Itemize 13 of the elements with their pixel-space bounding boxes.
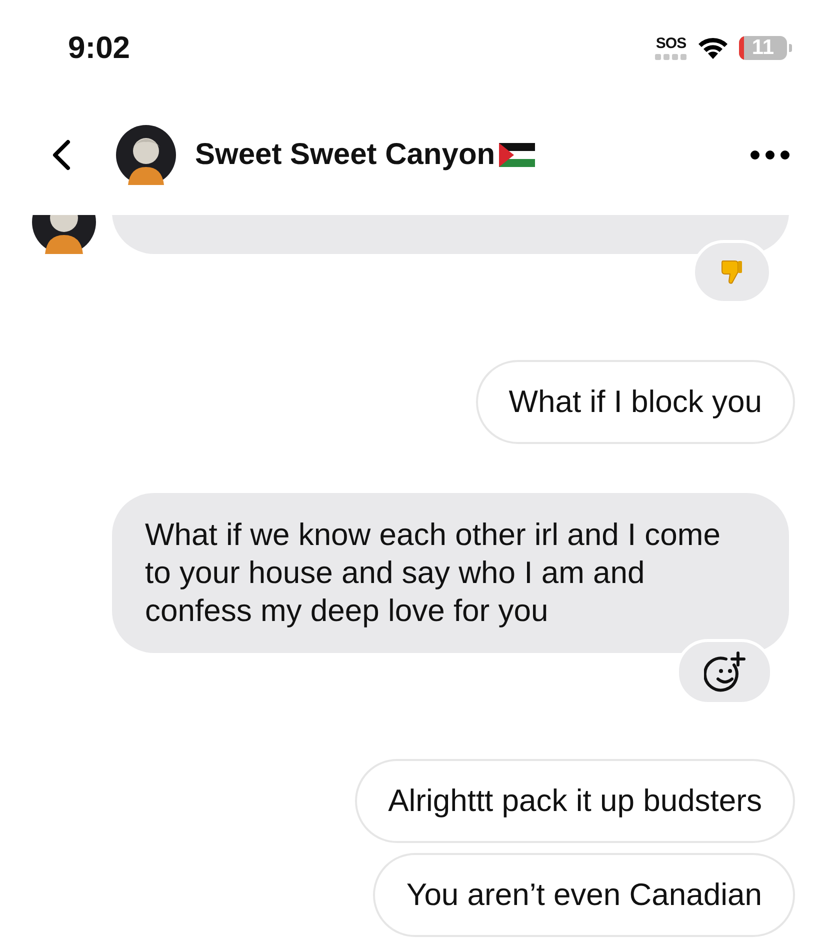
message-bubble: What if I block you (476, 360, 795, 444)
message-bubble: You aren’t even Canadian (373, 853, 795, 937)
add-emoji-icon (704, 651, 746, 693)
message-bubble: Alrighttt pack it up budsters (355, 759, 795, 843)
status-time: 9:02 (68, 30, 130, 66)
sos-label: SOS (656, 36, 686, 50)
signal-icon (655, 54, 687, 60)
avatar[interactable] (116, 125, 176, 185)
thumbs-down-icon (721, 259, 743, 285)
flag-icon (499, 143, 536, 167)
more-button[interactable] (750, 150, 790, 160)
contact-name: Sweet Sweet Canyon (195, 138, 496, 172)
wifi-icon (697, 36, 729, 60)
